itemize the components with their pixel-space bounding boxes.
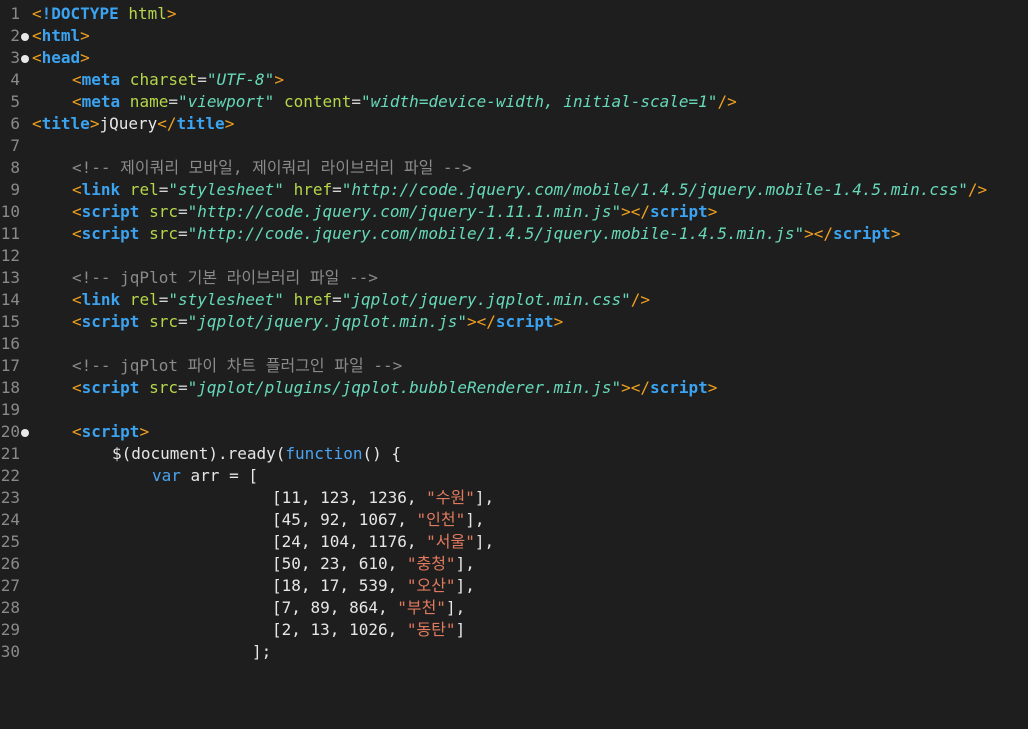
line-number: 7 bbox=[10, 136, 20, 155]
line-number: 1 bbox=[10, 4, 20, 23]
code-content[interactable]: var arr = [ bbox=[152, 465, 258, 487]
code-content[interactable]: <script src="http://code.jquery.com/mobi… bbox=[72, 223, 900, 245]
code-content[interactable]: <meta name="viewport" content="width=dev… bbox=[72, 91, 737, 113]
code-content[interactable]: <script src="jqplot/jquery.jqplot.min.js… bbox=[72, 311, 563, 333]
code-content[interactable]: <script src="jqplot/plugins/jqplot.bubbl… bbox=[72, 377, 717, 399]
code-line[interactable]: 22 var arr = [ bbox=[0, 465, 1028, 487]
code-line[interactable]: 15 <script src="jqplot/jquery.jqplot.min… bbox=[0, 311, 1028, 333]
code-line[interactable]: 24 [45, 92, 1067, "인천"], bbox=[0, 509, 1028, 531]
code-content[interactable]: ]; bbox=[252, 641, 271, 663]
code-line[interactable]: 10 <script src="http://code.jquery.com/j… bbox=[0, 201, 1028, 223]
fold-toggle-icon[interactable] bbox=[21, 55, 29, 63]
line-number: 29 bbox=[0, 620, 20, 639]
line-number: 28 bbox=[0, 598, 20, 617]
code-line[interactable]: 13 <!-- jqPlot 기본 라이브러리 파일 --> bbox=[0, 267, 1028, 289]
code-content[interactable]: <!-- jqPlot 기본 라이브러리 파일 --> bbox=[72, 267, 378, 289]
code-line[interactable]: 14 <link rel="stylesheet" href="jqplot/j… bbox=[0, 289, 1028, 311]
line-number: 8 bbox=[10, 158, 20, 177]
line-number: 3 bbox=[10, 48, 20, 67]
code-line[interactable]: 26 [50, 23, 610, "충청"], bbox=[0, 553, 1028, 575]
line-number: 18 bbox=[0, 378, 20, 397]
code-content[interactable]: <link rel="stylesheet" href="http://code… bbox=[72, 179, 987, 201]
code-content[interactable]: [7, 89, 864, "부천"], bbox=[272, 597, 465, 619]
fold-toggle-icon[interactable] bbox=[21, 33, 29, 41]
line-number: 19 bbox=[0, 400, 20, 419]
line-number: 26 bbox=[0, 554, 20, 573]
line-number: 20 bbox=[0, 422, 20, 441]
code-content[interactable]: <meta charset="UTF-8"> bbox=[72, 69, 284, 91]
code-content[interactable]: <!-- 제이쿼리 모바일, 제이쿼리 라이브러리 파일 --> bbox=[72, 157, 472, 179]
line-number: 14 bbox=[0, 290, 20, 309]
code-content[interactable]: <title>jQuery</title> bbox=[32, 113, 234, 135]
code-content[interactable]: [24, 104, 1176, "서울"], bbox=[272, 531, 494, 553]
code-line[interactable]: 23 [11, 123, 1236, "수원"], bbox=[0, 487, 1028, 509]
code-content[interactable]: <script src="http://code.jquery.com/jque… bbox=[72, 201, 717, 223]
line-number: 4 bbox=[10, 70, 20, 89]
code-line[interactable]: 3 <head> bbox=[0, 47, 1028, 69]
line-number: 5 bbox=[10, 92, 20, 111]
line-number: 27 bbox=[0, 576, 20, 595]
line-number: 21 bbox=[0, 444, 20, 463]
code-content[interactable]: <!-- jqPlot 파이 차트 플러그인 파일 --> bbox=[72, 355, 402, 377]
code-line[interactable]: 17 <!-- jqPlot 파이 차트 플러그인 파일 --> bbox=[0, 355, 1028, 377]
code-line[interactable]: 20 <script> bbox=[0, 421, 1028, 443]
code-content[interactable]: [45, 92, 1067, "인천"], bbox=[272, 509, 484, 531]
code-line[interactable]: 9 <link rel="stylesheet" href="http://co… bbox=[0, 179, 1028, 201]
line-number: 2 bbox=[10, 26, 20, 45]
code-content[interactable]: [50, 23, 610, "충청"], bbox=[272, 553, 475, 575]
code-line[interactable]: 25 [24, 104, 1176, "서울"], bbox=[0, 531, 1028, 553]
line-number: 25 bbox=[0, 532, 20, 551]
code-line[interactable]: 6 <title>jQuery</title> bbox=[0, 113, 1028, 135]
line-number: 10 bbox=[0, 202, 20, 221]
line-number: 30 bbox=[0, 642, 20, 661]
code-content[interactable]: <!DOCTYPE html> bbox=[32, 3, 177, 25]
line-number: 6 bbox=[10, 114, 20, 133]
code-content[interactable]: [11, 123, 1236, "수원"], bbox=[272, 487, 494, 509]
code-content[interactable]: <head> bbox=[32, 47, 90, 69]
code-content[interactable]: $(document).ready(function() { bbox=[112, 443, 401, 465]
code-line[interactable]: 30 ]; bbox=[0, 641, 1028, 663]
code-content[interactable]: <html> bbox=[32, 25, 90, 47]
code-line[interactable]: 29 [2, 13, 1026, "동탄"] bbox=[0, 619, 1028, 641]
line-number: 15 bbox=[0, 312, 20, 331]
line-number: 9 bbox=[10, 180, 20, 199]
code-editor[interactable]: 1 <!DOCTYPE html> 2 <html> 3 <head> 4 <m… bbox=[0, 3, 1028, 663]
code-line[interactable]: 7 bbox=[0, 135, 1028, 157]
code-content[interactable]: [2, 13, 1026, "동탄"] bbox=[272, 619, 465, 641]
line-number: 11 bbox=[0, 224, 20, 243]
line-number: 12 bbox=[0, 246, 20, 265]
code-line[interactable]: 1 <!DOCTYPE html> bbox=[0, 3, 1028, 25]
code-line[interactable]: 4 <meta charset="UTF-8"> bbox=[0, 69, 1028, 91]
code-line[interactable]: 2 <html> bbox=[0, 25, 1028, 47]
code-content[interactable]: <script> bbox=[72, 421, 149, 443]
code-content[interactable]: [18, 17, 539, "오산"], bbox=[272, 575, 475, 597]
code-line[interactable]: 18 <script src="jqplot/plugins/jqplot.bu… bbox=[0, 377, 1028, 399]
code-content[interactable]: <link rel="stylesheet" href="jqplot/jque… bbox=[72, 289, 650, 311]
code-line[interactable]: 21 $(document).ready(function() { bbox=[0, 443, 1028, 465]
line-number: 23 bbox=[0, 488, 20, 507]
line-number: 13 bbox=[0, 268, 20, 287]
code-line[interactable]: 16 bbox=[0, 333, 1028, 355]
code-line[interactable]: 12 bbox=[0, 245, 1028, 267]
line-number: 24 bbox=[0, 510, 20, 529]
code-line[interactable]: 8 <!-- 제이쿼리 모바일, 제이쿼리 라이브러리 파일 --> bbox=[0, 157, 1028, 179]
fold-toggle-icon[interactable] bbox=[21, 429, 29, 437]
line-number: 22 bbox=[0, 466, 20, 485]
line-number: 16 bbox=[0, 334, 20, 353]
code-line[interactable]: 5 <meta name="viewport" content="width=d… bbox=[0, 91, 1028, 113]
code-line[interactable]: 19 bbox=[0, 399, 1028, 421]
code-line[interactable]: 28 [7, 89, 864, "부천"], bbox=[0, 597, 1028, 619]
line-number: 17 bbox=[0, 356, 20, 375]
code-line[interactable]: 27 [18, 17, 539, "오산"], bbox=[0, 575, 1028, 597]
code-line[interactable]: 11 <script src="http://code.jquery.com/m… bbox=[0, 223, 1028, 245]
